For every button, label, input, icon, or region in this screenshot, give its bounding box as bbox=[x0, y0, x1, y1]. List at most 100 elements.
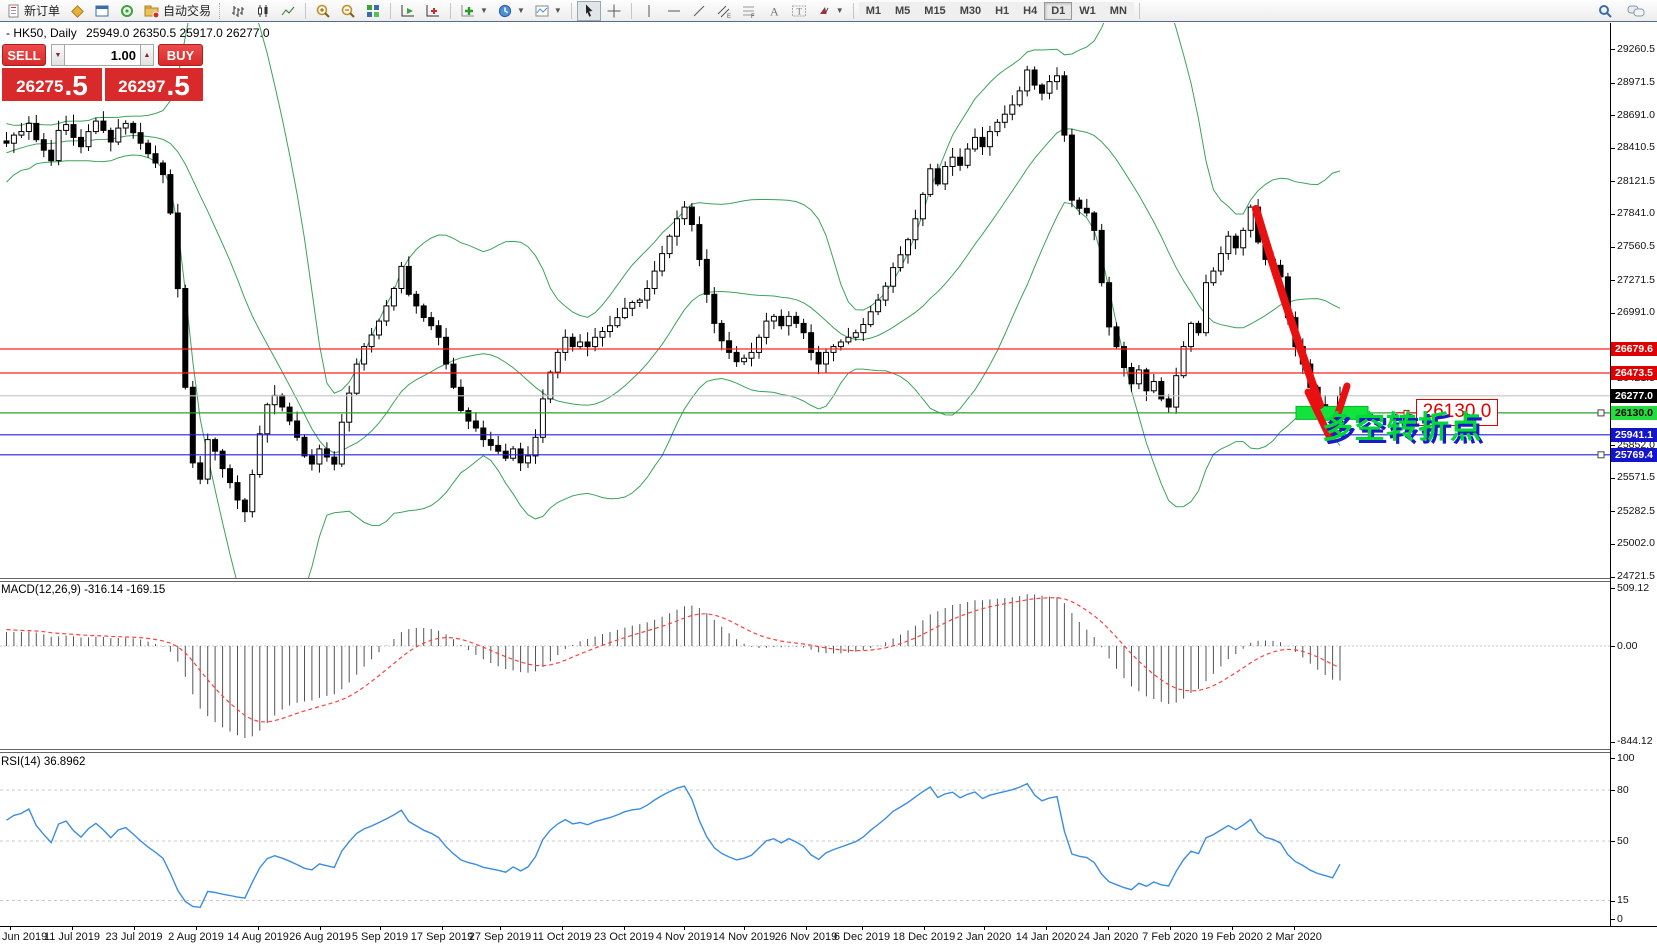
price-level-badge: 26679.6 bbox=[1611, 341, 1657, 356]
zoom-in-button[interactable] bbox=[311, 1, 335, 21]
macd-canvas[interactable] bbox=[0, 582, 1610, 749]
axis-tick-mark bbox=[1611, 758, 1615, 759]
tile-windows-button[interactable] bbox=[361, 1, 385, 21]
time-tick-label: Jun 2019 bbox=[2, 931, 48, 943]
sell-price[interactable]: 26275.5 bbox=[2, 68, 102, 101]
toolbar-separator bbox=[630, 2, 632, 19]
text-label-tool-button[interactable]: T bbox=[787, 1, 811, 21]
fibonacci-tool-button[interactable]: F bbox=[737, 1, 761, 21]
mt4-window: 新订单 自动交易 ▼ ▼ ▼ E F A T ▼ M1 M5 M15 M30 H… bbox=[0, 0, 1657, 944]
time-tick-mark bbox=[72, 927, 73, 930]
price-tick-label: 28410.5 bbox=[1617, 141, 1655, 154]
macd-indicator-label: MACD(12,26,9) -316.14 -169.15 bbox=[1, 584, 166, 596]
line-chart-button[interactable] bbox=[276, 1, 300, 21]
price-level-badge: 26130.0 bbox=[1611, 405, 1657, 420]
main-chart-canvas[interactable] bbox=[0, 0, 1610, 636]
timeframe-M15[interactable]: M15 bbox=[917, 2, 953, 20]
time-tick-mark bbox=[1170, 927, 1171, 930]
auto-scroll-icon bbox=[400, 3, 416, 19]
chevron-down-icon: ▼ bbox=[553, 6, 562, 15]
volume-increase-button[interactable]: ▲ bbox=[140, 44, 154, 66]
pane-splitter[interactable] bbox=[0, 578, 1657, 582]
channel-tool-button[interactable]: E bbox=[712, 1, 736, 21]
vertical-line-tool-button[interactable] bbox=[637, 1, 661, 21]
time-tick-mark bbox=[684, 927, 685, 930]
text-icon: A bbox=[766, 3, 782, 19]
time-tick-mark bbox=[1294, 927, 1295, 930]
time-tick-label: 11 Jul 2019 bbox=[43, 931, 101, 943]
rsi-indicator-label: RSI(14) 36.8962 bbox=[1, 756, 86, 768]
profiles-button[interactable] bbox=[90, 1, 114, 21]
timeframe-H1[interactable]: H1 bbox=[988, 2, 1017, 20]
indicators-button[interactable]: ▼ bbox=[456, 1, 492, 21]
templates-button[interactable]: ▼ bbox=[530, 1, 566, 21]
price-tick-label: 28691.0 bbox=[1617, 108, 1655, 121]
trend-arrow-line[interactable] bbox=[1252, 205, 1324, 409]
price-axis[interactable]: 29260.5 28971.5 28691.0 28410.5 28121.5 27841… bbox=[1610, 23, 1657, 926]
price-tick-label: 27560.5 bbox=[1617, 240, 1655, 253]
axis-tick-mark bbox=[1611, 841, 1615, 842]
price-tick-label: 28121.5 bbox=[1617, 174, 1655, 187]
sell-button[interactable]: SELL bbox=[2, 44, 46, 66]
rsi-tick-label: 50 bbox=[1617, 834, 1629, 847]
timeframe-M1[interactable]: M1 bbox=[858, 2, 888, 20]
bar-chart-icon bbox=[230, 3, 246, 19]
timeframe-D1[interactable]: D1 bbox=[1044, 2, 1073, 20]
volume-input[interactable]: 1.00 bbox=[65, 44, 140, 66]
timeframe-MN[interactable]: MN bbox=[1102, 2, 1134, 20]
zoom-out-button[interactable] bbox=[336, 1, 360, 21]
market-watch-button[interactable] bbox=[65, 1, 89, 21]
time-tick-mark bbox=[196, 927, 197, 930]
horizontal-line-tool-button[interactable] bbox=[662, 1, 686, 21]
time-tick-label: 26 Aug 2019 bbox=[289, 931, 351, 943]
axis-tick-mark bbox=[1611, 790, 1615, 791]
bar-chart-button[interactable] bbox=[226, 1, 250, 21]
auto-scroll-button[interactable] bbox=[396, 1, 420, 21]
bollinger-middle bbox=[6, 128, 1341, 454]
line-handle[interactable] bbox=[1597, 409, 1605, 417]
line-handle[interactable] bbox=[1597, 451, 1605, 459]
crosshair-tool-button[interactable] bbox=[602, 1, 626, 21]
time-axis[interactable]: Jun 2019 11 Jul 2019 23 Jul 2019 2 Aug 2019… bbox=[0, 926, 1657, 944]
arrows-tool-button[interactable]: ▼ bbox=[812, 1, 848, 21]
indicators-icon bbox=[460, 3, 476, 19]
pane-splitter[interactable] bbox=[0, 749, 1657, 753]
buy-button[interactable]: BUY bbox=[158, 44, 203, 66]
time-tick-mark bbox=[320, 927, 321, 930]
cursor-tool-button[interactable] bbox=[576, 0, 601, 21]
text-tool-button[interactable]: A bbox=[762, 1, 786, 21]
time-tick-label: 14 Nov 2019 bbox=[712, 931, 776, 943]
new-order-button[interactable]: 新订单 bbox=[3, 1, 64, 21]
autotrading-button[interactable]: 自动交易 bbox=[140, 1, 215, 21]
svg-text:A: A bbox=[770, 4, 779, 18]
axis-tick-mark bbox=[1611, 312, 1615, 314]
trendline-tool-button[interactable] bbox=[687, 1, 711, 21]
buy-price[interactable]: 26297.5 bbox=[105, 68, 203, 101]
chevron-down-icon: ▼ bbox=[480, 6, 488, 15]
time-tick-label: 27 Sep 2019 bbox=[468, 931, 532, 943]
chart-shift-button[interactable] bbox=[421, 1, 445, 21]
price-tick-label: 25571.5 bbox=[1617, 471, 1655, 484]
rsi-tick-label: 15 bbox=[1617, 894, 1629, 906]
candlestick-chart-button[interactable] bbox=[251, 1, 275, 21]
timeframe-H4[interactable]: H4 bbox=[1016, 2, 1045, 20]
svg-text:E: E bbox=[727, 14, 731, 19]
periods-button[interactable]: ▼ bbox=[493, 1, 529, 21]
chat-button[interactable] bbox=[1623, 1, 1649, 21]
price-tick-label: 25002.0 bbox=[1617, 537, 1655, 550]
axis-tick-mark bbox=[1611, 511, 1615, 513]
rsi-canvas[interactable] bbox=[0, 753, 1610, 925]
timeframe-W1[interactable]: W1 bbox=[1072, 2, 1103, 20]
search-button[interactable] bbox=[1593, 1, 1617, 21]
timeframe-M5[interactable]: M5 bbox=[888, 2, 918, 20]
axis-tick-mark bbox=[1611, 147, 1615, 149]
axis-tick-mark bbox=[1611, 576, 1615, 578]
volume-decrease-button[interactable]: ▼ bbox=[51, 44, 65, 66]
time-tick-mark bbox=[134, 927, 135, 930]
signal-button[interactable] bbox=[115, 1, 139, 21]
horizontal-line-icon bbox=[666, 3, 682, 19]
timeframe-M30[interactable]: M30 bbox=[952, 2, 989, 20]
time-tick-label: 2 Mar 2020 bbox=[1266, 931, 1322, 943]
annotation-text[interactable]: 多空转折点 bbox=[1322, 402, 1482, 447]
axis-tick-mark bbox=[1611, 49, 1615, 50]
